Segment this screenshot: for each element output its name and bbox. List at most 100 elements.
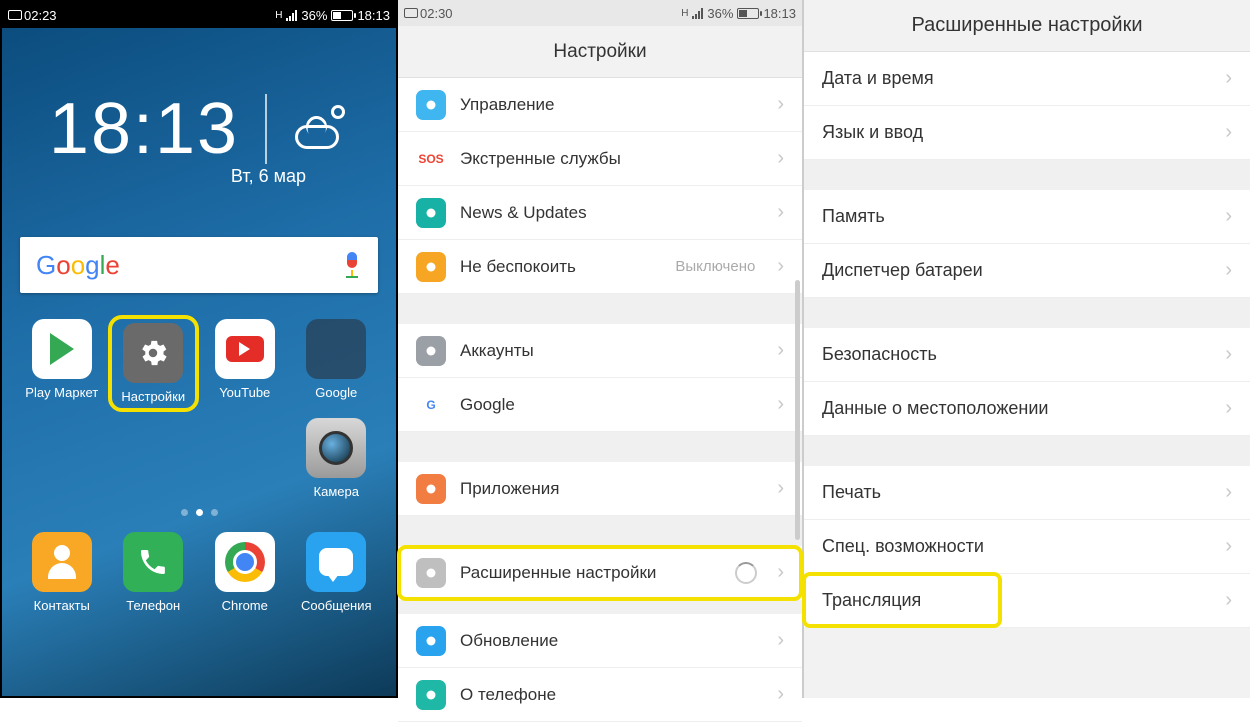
adv-row-память[interactable]: Память › (804, 190, 1250, 244)
row-label: Печать (822, 482, 1211, 503)
play-store-icon (32, 319, 92, 379)
settings-row-аккаунты[interactable]: Аккаунты› (398, 324, 802, 378)
settings-row-news-updates[interactable]: News & Updates› (398, 186, 802, 240)
app-label: Google (315, 385, 357, 400)
chevron-right-icon: › (777, 147, 784, 170)
row-label: Диспетчер батареи (822, 260, 1211, 281)
row-label: Язык и ввод (822, 122, 1211, 143)
row-label: Трансляция (822, 590, 1211, 611)
chevron-right-icon: › (1225, 205, 1232, 228)
row-label: Данные о местоположении (822, 398, 1211, 419)
phone-icon (123, 532, 183, 592)
chevron-right-icon: › (1225, 397, 1232, 420)
app-camera[interactable]: Камера (295, 418, 379, 499)
app-google-folder[interactable]: Google (295, 319, 379, 408)
app-label: Телефон (126, 598, 180, 613)
chevron-right-icon: › (1225, 121, 1232, 144)
row-label: Спец. возможности (822, 536, 1211, 557)
battery-percent: 36% (301, 8, 327, 23)
settings-row-приложения[interactable]: Приложения› (398, 462, 802, 516)
app-label: Настройки (121, 389, 185, 404)
battery-icon (737, 8, 759, 19)
chevron-right-icon: › (777, 201, 784, 224)
dnd-icon (416, 252, 446, 282)
battery-icon (331, 10, 353, 21)
sos-icon: SOS (416, 144, 446, 174)
row-label: Дата и время (822, 68, 1211, 89)
dock-contacts[interactable]: Контакты (20, 532, 104, 613)
row-label: Память (822, 206, 1211, 227)
adv-row-спец-возможности[interactable]: Спец. возможности› (804, 520, 1250, 574)
messages-icon (306, 532, 366, 592)
signal-type: H (681, 8, 688, 19)
chevron-right-icon: › (1225, 259, 1232, 282)
clock-widget[interactable]: 18:13 Вт, 6 мар (2, 28, 396, 207)
scrollbar[interactable] (795, 280, 800, 540)
app-settings[interactable]: Настройки (116, 323, 192, 404)
app-label: YouTube (219, 385, 270, 400)
signal-type: H (275, 10, 282, 21)
mic-icon[interactable] (342, 252, 362, 278)
adv-row-язык-и-ввод[interactable]: Язык и ввод › (804, 106, 1250, 160)
chevron-right-icon: › (1225, 589, 1232, 612)
app-label: Play Маркет (25, 385, 98, 400)
phone-info-icon (416, 680, 446, 710)
dock-phone[interactable]: Телефон (112, 532, 196, 613)
advanced-title: Расширенные настройки (804, 0, 1250, 52)
status-bar: 02:30 H 36% 18:13 (398, 0, 802, 26)
page-indicator (2, 509, 396, 516)
row-label: Экстренные службы (460, 149, 763, 169)
settings-row-расширенные-настройки[interactable]: Расширенные настройки› (398, 546, 802, 600)
settings-row-экстренные-службы[interactable]: SOS Экстренные службы › (398, 132, 802, 186)
update-icon (416, 626, 446, 656)
row-label: Безопасность (822, 344, 1211, 365)
settings-row-не-беспокоить[interactable]: Не беспокоитьВыключено› (398, 240, 802, 294)
signal-icon (692, 7, 703, 19)
screen-record-icon: 02:30 (404, 6, 453, 21)
gear-icon (123, 323, 183, 383)
adv-row-дата-и-время[interactable]: Дата и время› (804, 52, 1250, 106)
contacts-icon (32, 532, 92, 592)
settings-row-google[interactable]: GGoogle› (398, 378, 802, 432)
dock: Контакты Телефон Chrome Сообщения (2, 526, 396, 623)
row-label: Приложения (460, 479, 763, 499)
dock-chrome[interactable]: Chrome (203, 532, 287, 613)
weather-icon (293, 105, 349, 153)
adv-row-диспетчер-батареи[interactable]: Диспетчер батареи › (804, 244, 1250, 298)
advanced-settings-pane: Расширенные настройки Дата и время›Язык … (804, 0, 1250, 698)
app-youtube[interactable]: YouTube (203, 319, 287, 408)
chevron-right-icon: › (1225, 343, 1232, 366)
app-label: Камера (314, 484, 359, 499)
settings-list[interactable]: Управление›SOSЭкстренные службы›News & U… (398, 78, 802, 722)
chevron-right-icon: › (777, 339, 784, 362)
home-apps-row: Play Маркет Настройки YouTube Google (2, 303, 396, 408)
chrome-icon (215, 532, 275, 592)
adv-row-трансляция[interactable]: Трансляция › (804, 574, 1250, 628)
spinner-icon (735, 562, 757, 584)
google-logo: Google (36, 250, 120, 281)
highlight-settings: Настройки (108, 315, 200, 412)
dock-messages[interactable]: Сообщения (295, 532, 379, 613)
advanced-settings-list[interactable]: Дата и время›Язык и ввод›Память›Диспетче… (804, 52, 1250, 628)
google-search-bar[interactable]: Google (20, 237, 378, 293)
adv-row-безопасность[interactable]: Безопасность › (804, 328, 1250, 382)
status-bar: 02:23 H 36% 18:13 (2, 2, 396, 28)
adv-row-данные-о-местоположении[interactable]: Данные о местоположении › (804, 382, 1250, 436)
news-icon (416, 198, 446, 228)
app-play-market[interactable]: Play Маркет (20, 319, 104, 408)
folder-icon (306, 319, 366, 379)
apps-icon (416, 474, 446, 504)
youtube-icon (215, 319, 275, 379)
app-label: Контакты (34, 598, 90, 613)
adv-row-печать[interactable]: Печать› (804, 466, 1250, 520)
settings-row-управление[interactable]: Управление › (398, 78, 802, 132)
chevron-right-icon: › (777, 93, 784, 116)
row-label: Управление (460, 95, 763, 115)
clock-time: 18:13 (49, 88, 239, 170)
row-label: Обновление (460, 631, 763, 651)
chevron-right-icon: › (777, 629, 784, 652)
settings-row-обновление[interactable]: Обновление › (398, 614, 802, 668)
settings-row-о-телефоне[interactable]: О телефоне› (398, 668, 802, 722)
settings-pane: 02:30 H 36% 18:13 Настройки Управление›S… (398, 0, 804, 698)
app-label: Сообщения (301, 598, 372, 613)
